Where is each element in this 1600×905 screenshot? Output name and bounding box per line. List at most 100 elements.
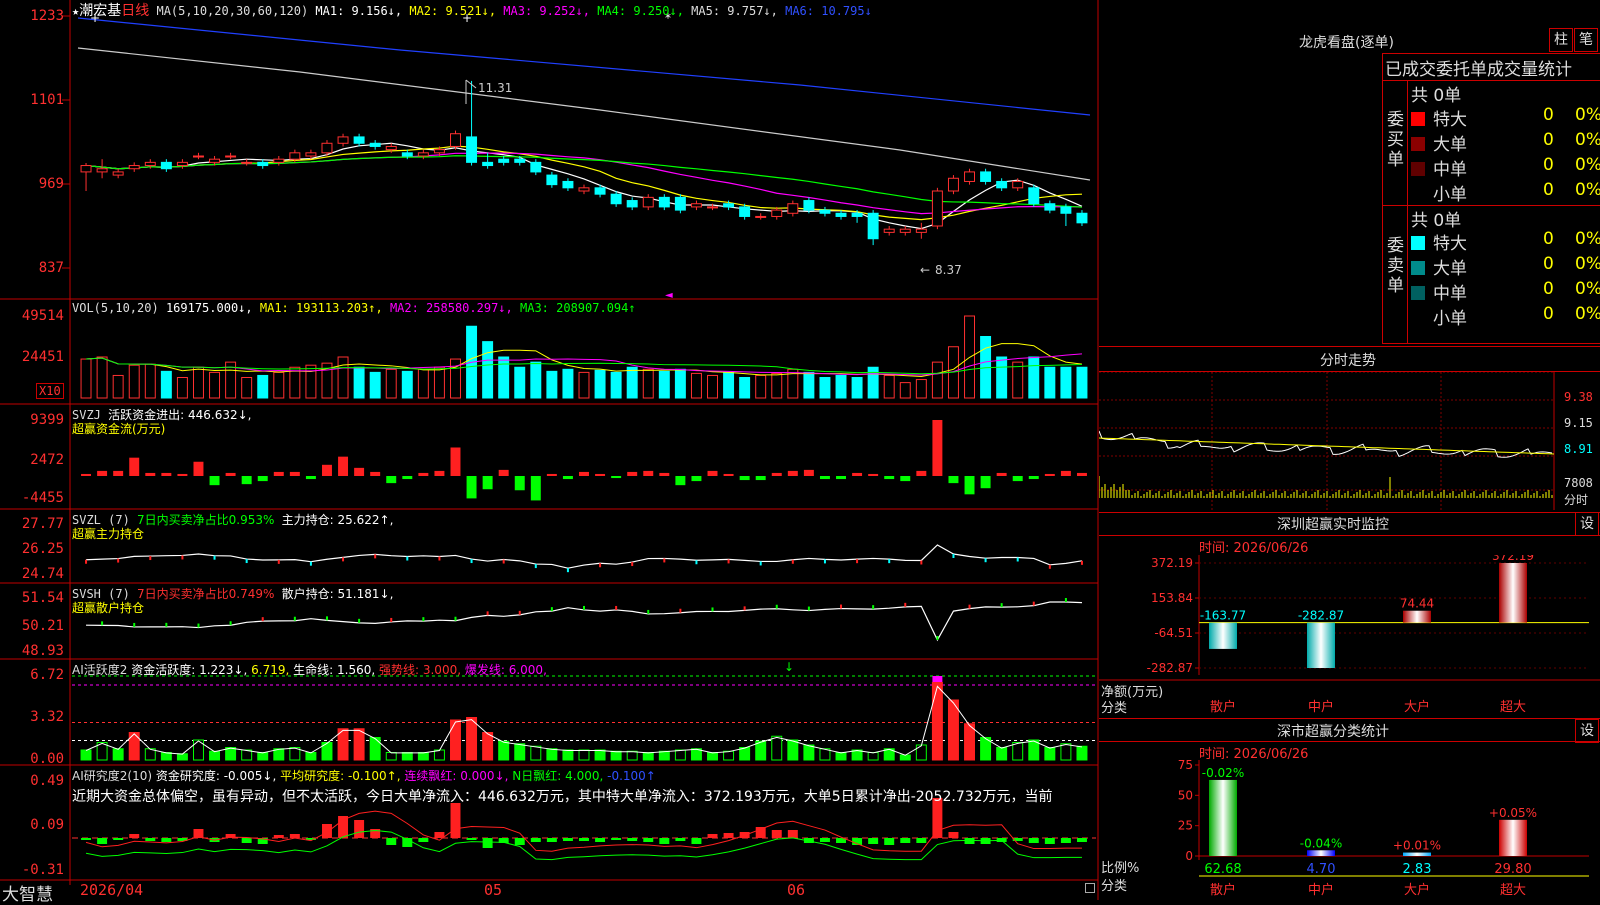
volume-bar — [594, 369, 606, 399]
volume-bar — [209, 371, 221, 399]
candle — [771, 209, 783, 217]
ai-active-bar — [787, 739, 799, 761]
monitor-axis-label: -282.87 — [1147, 661, 1193, 675]
svzj-bar — [402, 476, 413, 480]
candle — [96, 168, 108, 173]
volume-bar — [578, 371, 590, 399]
ai-research-bar — [338, 816, 349, 838]
svzj-bar — [595, 473, 606, 476]
stat-count: 0 — [1543, 229, 1554, 249]
svzl-line — [85, 544, 1083, 573]
monitor-value-label: 74.44 — [1400, 597, 1434, 611]
svzl-tick — [534, 564, 537, 569]
volume-bar — [546, 370, 558, 399]
svzj-bar — [225, 472, 236, 476]
lock-icon[interactable] — [1085, 883, 1095, 893]
volume-bar — [867, 366, 879, 399]
candle — [996, 180, 1008, 189]
volume-bar — [273, 371, 285, 399]
ai-research-bar — [643, 838, 654, 842]
candle — [241, 161, 253, 164]
stat-row: 小单 — [1411, 180, 1467, 205]
intraday-axis-3: 8.91 — [1564, 442, 1593, 456]
sell-total: 共 0单 — [1411, 211, 1462, 231]
ai-active-bar — [514, 743, 526, 761]
svzl-tick — [823, 559, 826, 564]
candle — [498, 158, 510, 163]
classify-category-label: 散户 — [1210, 882, 1236, 898]
candle — [642, 196, 654, 208]
svzj-bar — [868, 473, 879, 476]
svsh-tick — [775, 604, 778, 609]
classify-value-label: 2.83 — [1403, 862, 1432, 877]
stat-row: 特大 — [1411, 105, 1467, 130]
stat-pct: 0% — [1575, 304, 1600, 324]
svzj-bar — [273, 471, 284, 476]
svzl-tick — [1048, 564, 1051, 569]
ai-active-axis-2: 3.32 — [30, 709, 64, 725]
svsh-axis-2: 50.21 — [21, 618, 64, 634]
legend-swatch — [1411, 286, 1425, 300]
candle — [658, 196, 670, 208]
period-label[interactable]: 日线 — [121, 3, 149, 19]
ai-research-bar — [1044, 838, 1055, 844]
tick-mode-button[interactable]: 笔 — [1574, 28, 1598, 52]
candle — [626, 200, 638, 208]
svsh-tick — [261, 617, 264, 622]
stat-pct: 0% — [1575, 254, 1600, 274]
candle — [931, 190, 943, 227]
volume-bar — [498, 356, 510, 399]
svzl-tick — [791, 559, 794, 564]
classify-settings-button[interactable]: 设 — [1575, 719, 1599, 743]
classify-bar — [1209, 779, 1237, 856]
stat-count: 0 — [1543, 254, 1554, 274]
svzj-bar — [530, 476, 541, 501]
ai-research-bar — [241, 838, 252, 843]
candle — [867, 212, 879, 240]
candlestick-series — [80, 80, 1088, 246]
stock-name[interactable]: 潮宏基 — [79, 3, 121, 19]
volume-bar — [1028, 356, 1040, 399]
ai-research-header: AI研究度2(10) 资金研究度: -0.005↓, 平均研究度: -0.100… — [72, 769, 656, 783]
ai-research-axis-2: 0.09 — [30, 817, 64, 833]
candle — [353, 136, 365, 144]
svzj-bar — [450, 447, 461, 476]
svzj-bar — [161, 472, 172, 476]
classify-category-label: 中户 — [1308, 882, 1334, 898]
svzl-tick — [213, 555, 216, 560]
date-start: 2026/04 — [80, 881, 144, 899]
svzj-bar — [980, 476, 991, 489]
buy-label: 委买单 — [1387, 110, 1404, 170]
ai-active-bar — [466, 717, 478, 761]
ai-active-bar — [594, 749, 606, 761]
svg-text:↓: ↓ — [784, 660, 794, 674]
candle — [482, 161, 494, 167]
ai-active-bar — [1044, 747, 1056, 761]
svzl-tick — [181, 555, 184, 560]
ai-active-bar — [947, 699, 959, 761]
ai-research-bar — [868, 838, 879, 844]
monitor-axis-label: -64.51 — [1154, 626, 1193, 640]
monitor-settings-button[interactable]: 设 — [1575, 512, 1599, 536]
svsh-axis-1: 51.54 — [21, 590, 64, 606]
volume-bar — [771, 372, 783, 399]
ai-research-bar — [161, 838, 172, 842]
intraday-chart[interactable] — [1099, 372, 1600, 510]
stat-name: 中单 — [1433, 284, 1467, 304]
brand-label[interactable]: 大智慧 — [2, 880, 53, 905]
svzj-bar — [852, 472, 863, 476]
volume-bar — [289, 366, 301, 399]
svzl-tick — [727, 559, 730, 564]
main-chart-area[interactable]: 11.31 ← 8.37 + + * ◄ ↓ — [0, 0, 1100, 900]
svzj-bar — [257, 476, 268, 482]
svzl-tick — [663, 558, 666, 563]
ai-research-bar — [530, 838, 541, 842]
monitor-value-label: 372.19 — [1492, 555, 1534, 563]
svzj-bar — [819, 476, 830, 480]
svzj-bar — [836, 476, 846, 480]
bar-mode-button[interactable]: 柱 — [1549, 28, 1573, 52]
classify-bar — [1307, 850, 1335, 856]
svsh-tick — [358, 618, 361, 623]
volume-bar — [1012, 361, 1024, 399]
svsh-tick — [583, 605, 585, 610]
